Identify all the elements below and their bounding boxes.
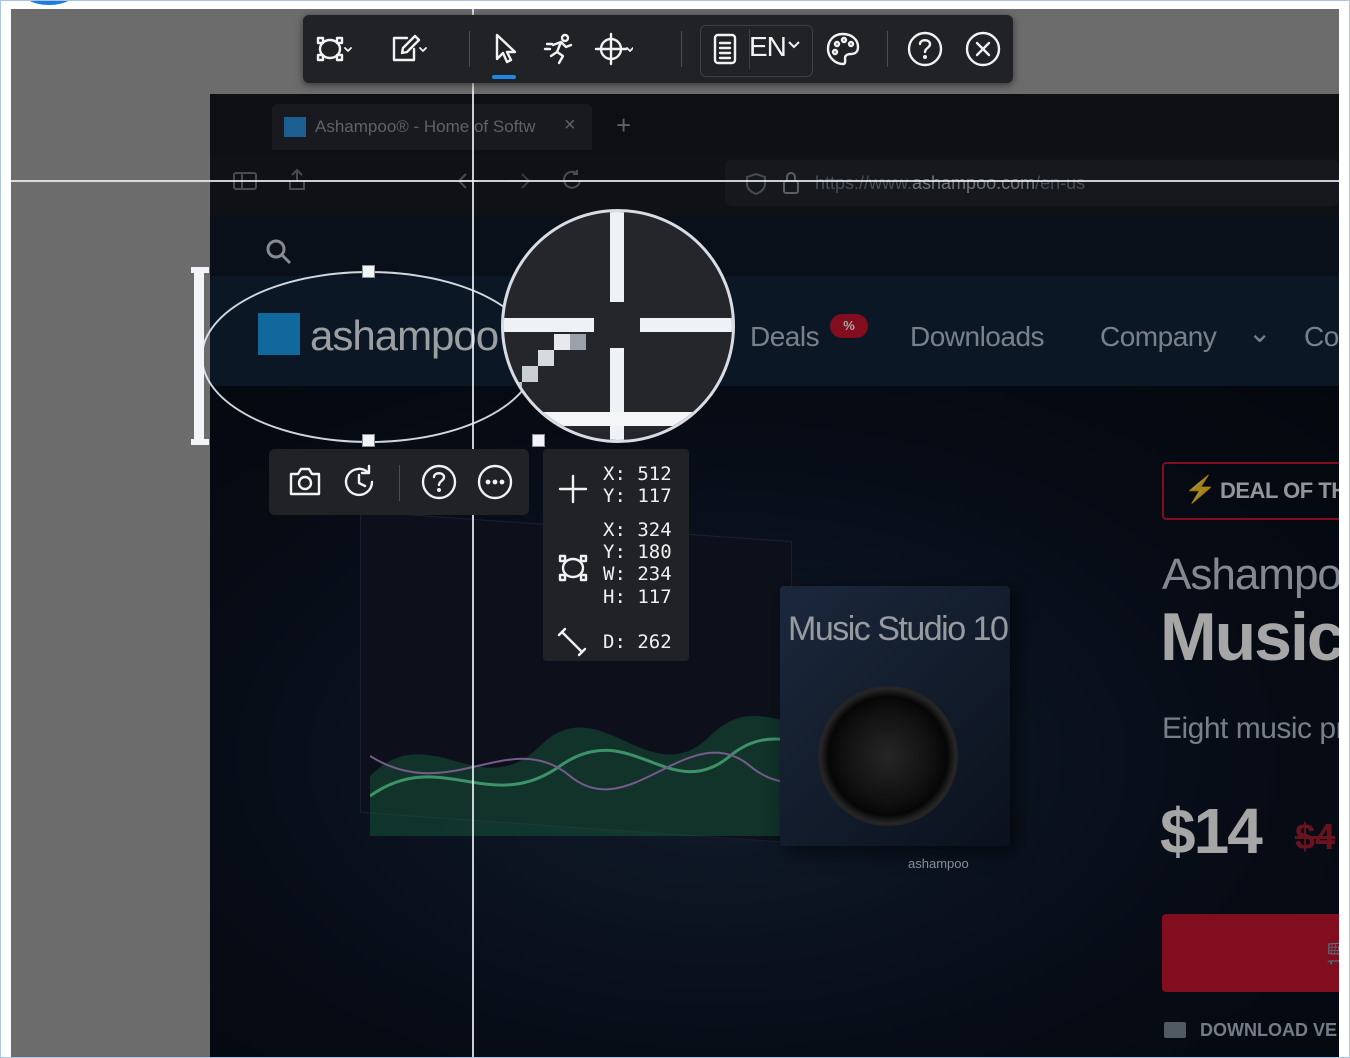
nav-deals[interactable]: Deals: [750, 321, 820, 353]
select-cursor-icon[interactable]: [485, 29, 525, 69]
coordinate-readout: X: 512 Y: 117 X: 324 Y: 180 W: 234 H: 11…: [543, 449, 689, 661]
url-domain: ashampoo.com: [912, 173, 1036, 193]
product-box-title: Music Studio 10: [788, 610, 1009, 648]
product-name: Music: [1160, 599, 1339, 675]
selection-handle-top[interactable]: [362, 265, 375, 278]
deals-badge: %: [830, 314, 868, 338]
cursor-x: X: 512: [603, 463, 672, 485]
download-link[interactable]: DOWNLOAD VE: [1164, 1020, 1337, 1041]
product-old-price: $4: [1295, 816, 1336, 857]
speaker-image: [818, 686, 958, 826]
magnified-pixel: [504, 412, 732, 426]
active-tool-indicator: [492, 75, 516, 79]
flash-icon: ⚡: [1184, 474, 1217, 504]
download-link-label: DOWNLOAD VE: [1200, 1020, 1337, 1040]
document-icon[interactable]: [705, 29, 745, 69]
capture-canvas[interactable]: Ashampoo® - Home of Softw × + https://ww…: [11, 9, 1339, 1057]
capture-region-icon[interactable]: [313, 29, 353, 69]
close-icon[interactable]: [963, 29, 1003, 69]
product-description: Eight music pr: [1162, 712, 1339, 745]
palette-icon[interactable]: [823, 29, 863, 69]
browser-window: Ashampoo® - Home of Softw × + https://ww…: [210, 94, 1339, 1057]
search-icon[interactable]: [263, 236, 295, 268]
magnified-pixel: [554, 334, 570, 350]
cart-icon: 🛒: [1326, 936, 1339, 967]
magnified-pixel: [570, 334, 586, 350]
deal-text: DEAL OF TH: [1220, 478, 1339, 503]
crosshair-icon[interactable]: [593, 29, 633, 69]
product-box-brand: ashampoo: [908, 856, 969, 871]
distance-icon: [557, 627, 587, 657]
tab-close-icon[interactable]: ×: [564, 114, 576, 137]
selection-bracket-cap-top: [191, 267, 209, 273]
scroll-capture-icon[interactable]: [539, 29, 579, 69]
nav-company[interactable]: Company: [1100, 321, 1217, 353]
chevron-down-icon: [788, 41, 800, 49]
rect-width: W: 234: [603, 563, 672, 585]
more-icon[interactable]: [475, 462, 515, 502]
rect-y: Y: 180: [603, 541, 672, 563]
crosshair-horizontal-line: [11, 180, 1339, 182]
selection-toolbar: [269, 449, 529, 515]
nav-downloads[interactable]: Downloads: [910, 321, 1045, 353]
history-icon[interactable]: [339, 462, 379, 502]
nav-more[interactable]: Co: [1304, 321, 1339, 353]
app-frame: Ashampoo® - Home of Softw × + https://ww…: [0, 0, 1350, 1058]
url-text: https://www.ashampoo.com/en-us: [815, 173, 1085, 194]
browser-tab-bar: Ashampoo® - Home of Softw × +: [210, 94, 1339, 154]
help-icon[interactable]: [905, 29, 945, 69]
browser-tab[interactable]: Ashampoo® - Home of Softw ×: [272, 104, 592, 150]
language-selector[interactable]: EN: [749, 31, 801, 63]
magnified-pixel: [504, 318, 594, 332]
toolbar-separator: [469, 31, 470, 67]
help-icon[interactable]: [419, 462, 459, 502]
product-box-image: Music Studio 10 ashampoo: [780, 586, 1010, 871]
toolbar-separator: [399, 465, 400, 501]
rect-height: H: 117: [603, 586, 672, 608]
camera-icon[interactable]: [285, 462, 325, 502]
selection-bracket-cap-bottom: [191, 439, 209, 445]
distance: D: 262: [603, 631, 672, 653]
product-price: $14: [1160, 795, 1263, 867]
lock-icon: [783, 172, 799, 194]
magnified-pixel: [506, 382, 522, 398]
magnified-pixel: [522, 366, 538, 382]
selection-left-bracket[interactable]: [194, 267, 204, 445]
browser-nav-bar: https://www.ashampoo.com/en-us: [210, 154, 1339, 216]
deal-of-the-day-label: ⚡ DEAL OF TH: [1162, 462, 1339, 520]
rect-x: X: 324: [603, 519, 672, 541]
annotate-icon[interactable]: [387, 29, 427, 69]
site-top-bar: [210, 216, 1339, 276]
ellipse-selection[interactable]: [201, 271, 537, 443]
capture-toolbar: EN: [303, 15, 1013, 83]
product-brand: Ashampo: [1162, 550, 1339, 599]
url-path: /en-us: [1035, 173, 1086, 193]
magnifier-loupe: [501, 209, 735, 443]
toolbar-separator: [887, 31, 888, 67]
cursor-y: Y: 117: [603, 485, 672, 507]
tab-favicon-icon: [284, 117, 306, 137]
magnified-pixel: [538, 350, 554, 366]
language-label: EN: [749, 31, 787, 62]
app-indicator: [19, 1, 79, 5]
folder-icon: [1164, 1022, 1186, 1038]
magnifier-center-gap: [594, 302, 640, 348]
cursor-position-icon: [558, 474, 588, 504]
toolbar-separator: [681, 31, 682, 67]
selection-handle-bottom-right[interactable]: [532, 434, 545, 447]
url-prefix: https://www.: [815, 173, 913, 193]
chevron-down-icon: ⌄: [1248, 317, 1271, 348]
selection-handle-bottom[interactable]: [362, 434, 375, 447]
rectangle-size-icon: [558, 554, 588, 582]
shield-icon: [746, 172, 766, 196]
buy-button[interactable]: 🛒: [1162, 914, 1339, 992]
address-bar[interactable]: https://www.ashampoo.com/en-us: [725, 160, 1339, 206]
tab-title: Ashampoo® - Home of Softw: [315, 117, 536, 136]
new-tab-button[interactable]: +: [616, 112, 631, 138]
crosshair-vertical-line: [472, 9, 474, 1057]
